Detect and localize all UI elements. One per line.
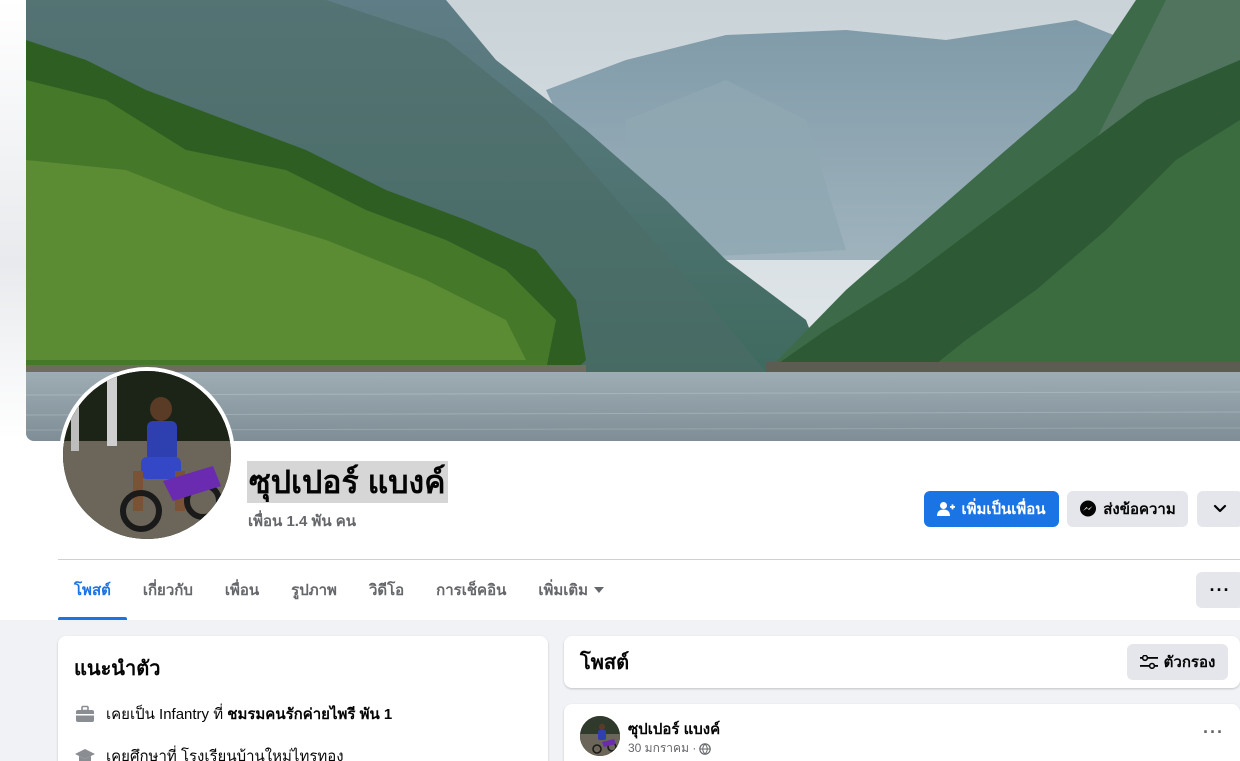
filter-button[interactable]: ตัวกรอง	[1127, 644, 1228, 680]
profile-avatar[interactable]	[59, 367, 235, 543]
tab-about[interactable]: เกี่ยวกับ	[127, 560, 209, 620]
more-dots-icon: ···	[1209, 579, 1231, 600]
graduation-cap-icon	[74, 745, 96, 761]
cover-photo[interactable]	[26, 0, 1240, 441]
chevron-down-icon	[1213, 504, 1227, 513]
messenger-icon	[1080, 500, 1097, 517]
tab-more[interactable]: เพิ่มเติม	[522, 560, 620, 620]
tab-photos[interactable]: รูปภาพ	[275, 560, 353, 620]
profile-tabs: โพสต์ เกี่ยวกับ เพื่อน รูปภาพ วิดีโอ การ…	[58, 560, 620, 620]
intro-work-item: เคยเป็น Infantry ที่ ชมรมคนรักค่ายไพรี พ…	[74, 702, 532, 726]
left-edge	[0, 0, 26, 440]
caret-down-icon	[594, 587, 605, 593]
posts-title: โพสต์	[580, 652, 630, 674]
post-meta: 30 มกราคม ·	[628, 739, 712, 758]
education-place-link[interactable]: โรงเรียนบ้านใหม่ไทรทอง	[181, 748, 344, 761]
tab-posts[interactable]: โพสต์	[58, 560, 127, 620]
work-place-link[interactable]: ชมรมคนรักค่ายไพรี พัน 1	[227, 706, 392, 723]
add-person-icon	[937, 502, 956, 516]
intro-title: แนะนำตัว	[74, 658, 161, 680]
tab-label: การเช็คอิน	[436, 582, 507, 599]
message-label: ส่งข้อความ	[1103, 501, 1176, 518]
friend-count[interactable]: เพื่อน 1.4 พัน คน	[248, 509, 356, 533]
education-prefix: เคยศึกษาที่	[106, 748, 177, 761]
profile-options-dropdown[interactable]	[1197, 491, 1240, 527]
post-author-avatar[interactable]	[580, 716, 620, 756]
avatar-photo	[63, 371, 231, 539]
intro-education-item: เคยศึกษาที่ โรงเรียนบ้านใหม่ไทรทอง	[74, 744, 532, 761]
post-avatar-photo	[580, 716, 620, 756]
profile-name: ซุปเปอร์ แบงค์	[247, 461, 448, 503]
post-options-button[interactable]: ···	[1203, 722, 1224, 743]
tab-videos[interactable]: วิดีโอ	[353, 560, 420, 620]
posts-header-card: โพสต์ ตัวกรอง	[564, 636, 1240, 688]
post-author-name[interactable]: ซุปเปอร์ แบงค์	[628, 717, 720, 741]
tab-checkins[interactable]: การเช็คอิน	[420, 560, 522, 620]
education-text: เคยศึกษาที่ โรงเรียนบ้านใหม่ไทรทอง	[106, 744, 344, 761]
work-prefix: เคยเป็น Infantry ที่	[106, 706, 224, 723]
add-friend-button[interactable]: เพิ่มเป็นเพื่อน	[924, 491, 1059, 527]
profile-more-options-button[interactable]: ···	[1196, 572, 1240, 608]
tab-label: วิดีโอ	[368, 582, 405, 599]
filter-sliders-icon	[1139, 655, 1158, 669]
post-date[interactable]: 30 มกราคม ·	[628, 739, 696, 758]
tab-label: โพสต์	[74, 582, 111, 599]
profile-page: ซุปเปอร์ แบงค์ เพื่อน 1.4 พัน คน เพิ่มเป…	[0, 0, 1240, 761]
filter-label: ตัวกรอง	[1163, 654, 1216, 671]
tab-label: รูปภาพ	[291, 582, 337, 599]
intro-card: แนะนำตัว เคยเป็น Infantry ที่ ชมรมคนรักค…	[58, 636, 548, 761]
add-friend-label: เพิ่มเป็นเพื่อน	[961, 501, 1046, 518]
avatar-image	[63, 371, 231, 539]
post-card: ซุปเปอร์ แบงค์ 30 มกราคม · ···	[564, 704, 1240, 761]
cover-landscape-image	[26, 0, 1240, 441]
tab-label: เพื่อน	[224, 582, 260, 599]
briefcase-icon	[74, 703, 96, 725]
tab-label: เกี่ยวกับ	[142, 582, 193, 599]
globe-icon	[699, 742, 712, 755]
tab-friends[interactable]: เพื่อน	[209, 560, 275, 620]
message-button[interactable]: ส่งข้อความ	[1067, 491, 1188, 527]
work-text: เคยเป็น Infantry ที่ ชมรมคนรักค่ายไพรี พ…	[106, 702, 392, 726]
tab-label: เพิ่มเติม	[538, 582, 589, 599]
